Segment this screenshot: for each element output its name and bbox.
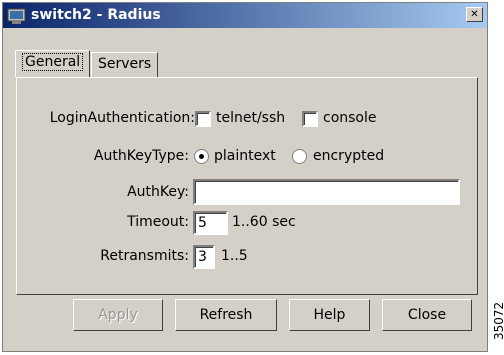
dialog-window: switch2 - Radius ✕ General Servers Login… <box>2 2 488 352</box>
retransmits-label: Retransmits: <box>100 248 189 264</box>
plaintext-label: plaintext <box>214 148 276 164</box>
window-title: switch2 - Radius <box>31 7 161 23</box>
login-auth-label: LoginAuthentication: <box>49 110 195 126</box>
timeout-label: Timeout: <box>127 214 189 230</box>
auth-key-label: AuthKey: <box>127 184 189 200</box>
auth-key-type-label: AuthKeyType: <box>93 148 189 164</box>
general-panel: LoginAuthentication: telnet/ssh console … <box>16 77 478 295</box>
close-button[interactable]: Close <box>382 299 472 331</box>
tab-servers[interactable]: Servers <box>91 52 159 77</box>
title-bar[interactable]: switch2 - Radius ✕ <box>3 3 487 28</box>
tab-general[interactable]: General <box>15 50 91 77</box>
close-window-button[interactable]: ✕ <box>466 7 483 22</box>
apply-button[interactable]: Apply <box>73 299 163 331</box>
timeout-range-hint: 1..60 sec <box>232 214 296 230</box>
retransmits-range-hint: 1..5 <box>221 248 248 264</box>
console-checkbox[interactable] <box>302 111 318 127</box>
tab-general-label: General <box>22 53 84 71</box>
console-label: console <box>323 110 377 126</box>
help-button[interactable]: Help <box>289 299 370 331</box>
encrypted-label: encrypted <box>313 148 385 164</box>
timeout-input[interactable]: 5 <box>193 211 228 235</box>
retransmits-input[interactable]: 3 <box>193 245 215 269</box>
encrypted-radio[interactable] <box>292 149 307 164</box>
figure-id-label: 35072 <box>492 301 504 340</box>
plaintext-radio[interactable] <box>194 149 209 164</box>
telnet-ssh-checkbox[interactable] <box>195 111 211 127</box>
refresh-button[interactable]: Refresh <box>175 299 277 331</box>
radio-selected-dot <box>199 154 204 159</box>
auth-key-input[interactable] <box>193 179 460 205</box>
close-icon: ✕ <box>470 9 479 20</box>
telnet-ssh-label: telnet/ssh <box>216 110 286 126</box>
tab-servers-label: Servers <box>98 56 152 72</box>
app-icon <box>7 8 26 24</box>
